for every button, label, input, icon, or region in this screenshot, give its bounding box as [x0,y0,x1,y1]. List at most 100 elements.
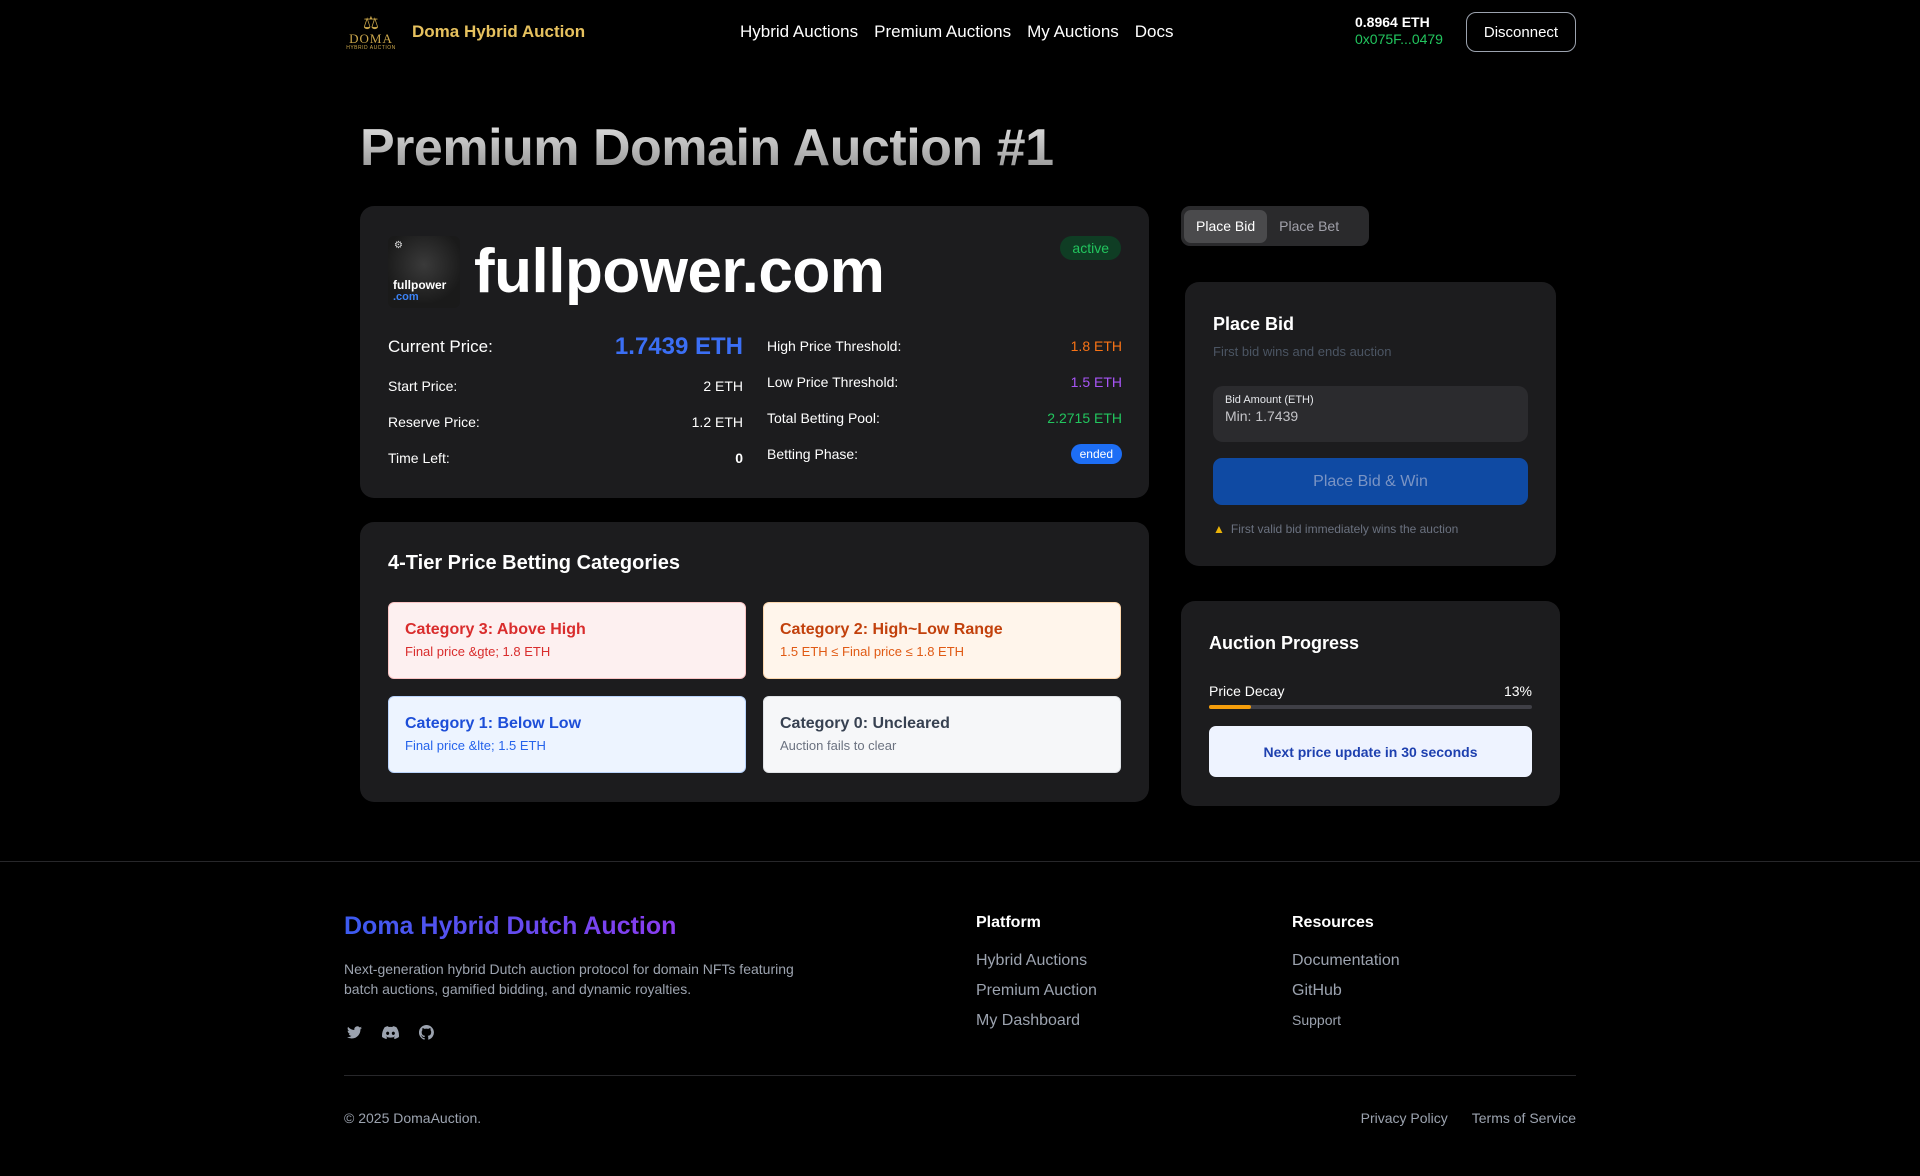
domain-thumbnail: ⚙ fullpower .com [388,236,460,308]
top-nav: ⚖ DOMA HYBRID AUCTION Doma Hybrid Auctio… [344,0,1576,64]
footer-platform-column: Platform Hybrid Auctions Premium Auction… [976,914,1097,1042]
nav-link-premium-auctions[interactable]: Premium Auctions [874,22,1011,42]
bid-amount-field[interactable]: Bid Amount (ETH) [1213,386,1528,442]
betting-pool-value: 2.2715 ETH [1047,410,1122,426]
social-links [344,1022,436,1042]
start-price-row: Start Price: 2 ETH [388,368,743,404]
category-1-card[interactable]: Category 1: Below Low Final price &lte; … [388,696,746,773]
logo-subtext: HYBRID AUCTION [346,44,396,51]
place-bid-card: Place Bid First bid wins and ends auctio… [1185,282,1556,566]
nav-link-docs[interactable]: Docs [1135,22,1174,42]
category-subtitle: Final price &lte; 1.5 ETH [405,738,546,753]
betting-categories-title: 4-Tier Price Betting Categories [388,552,680,574]
status-badge: active [1060,236,1121,260]
footer-resources-column: Resources Documentation GitHub Support [1292,914,1400,1040]
category-title: Category 2: High~Low Range [780,621,1003,638]
reserve-price-label: Reserve Price: [388,414,480,430]
footer-link-hybrid-auctions[interactable]: Hybrid Auctions [976,952,1097,970]
footer-link-premium-auction[interactable]: Premium Auction [976,982,1097,1000]
betting-phase-row: Betting Phase: ended [767,436,1122,472]
betting-categories-card: 4-Tier Price Betting Categories Category… [360,522,1149,802]
high-threshold-label: High Price Threshold: [767,338,902,354]
footer-resources-title: Resources [1292,914,1374,931]
category-subtitle: Final price &gte; 1.8 ETH [405,644,551,659]
price-decay-track [1209,705,1532,709]
copyright: © 2025 DomaAuction. [344,1110,482,1126]
twitter-icon[interactable] [344,1022,364,1042]
thumbnail-name: fullpower [393,278,447,292]
current-price-value: 1.7439 ETH [614,333,743,360]
price-decay-row: Price Decay 13% [1209,683,1532,699]
reserve-price-value: 1.2 ETH [691,414,743,430]
current-price-label: Current Price: [388,337,493,356]
privacy-policy-link[interactable]: Privacy Policy [1361,1110,1448,1126]
threshold-details: High Price Threshold: 1.8 ETH Low Price … [767,328,1122,472]
start-price-value: 2 ETH [703,378,743,394]
tab-place-bet[interactable]: Place Bet [1267,210,1351,243]
terms-of-service-link[interactable]: Terms of Service [1472,1110,1576,1126]
bid-warning: ▲ First valid bid immediately wins the a… [1213,522,1458,536]
wallet-address: 0x075F...0479 [1355,31,1443,47]
low-threshold-row: Low Price Threshold: 1.5 ETH [767,364,1122,400]
logo-text: DOMA [349,30,393,46]
disconnect-button[interactable]: Disconnect [1466,12,1576,52]
footer-link-documentation[interactable]: Documentation [1292,952,1400,970]
next-update-notice: Next price update in 30 seconds [1209,726,1532,777]
wallet-balance: 0.8964 ETH [1355,14,1430,30]
brand[interactable]: ⚖ DOMA HYBRID AUCTION Doma Hybrid Auctio… [344,9,585,55]
nav-links: Hybrid Auctions Premium Auctions My Auct… [740,22,1174,42]
warning-icon: ▲ [1213,522,1225,536]
high-threshold-row: High Price Threshold: 1.8 ETH [767,328,1122,364]
footer-divider [344,1075,1576,1076]
category-3-card[interactable]: Category 3: Above High Final price &gte;… [388,602,746,679]
place-bid-title: Place Bid [1213,314,1295,334]
github-icon[interactable] [416,1022,436,1042]
current-price-row: Current Price: 1.7439 ETH [388,326,743,368]
page-title: Premium Domain Auction #1 [360,119,1054,177]
gavel-icon: ⚖ [362,12,380,33]
nav-link-hybrid-auctions[interactable]: Hybrid Auctions [740,22,858,42]
high-threshold-value: 1.8 ETH [1070,338,1122,354]
category-title: Category 1: Below Low [405,715,582,732]
auction-progress-title: Auction Progress [1209,633,1360,653]
low-threshold-label: Low Price Threshold: [767,374,899,390]
thumbnail-logo-icon: ⚙ [394,240,403,251]
footer-link-github[interactable]: GitHub [1292,982,1400,1000]
auction-progress-card: Auction Progress Price Decay 13% Next pr… [1181,601,1560,806]
category-subtitle: 1.5 ETH ≤ Final price ≤ 1.8 ETH [780,644,965,659]
bid-amount-input[interactable] [1225,408,1516,424]
category-subtitle: Auction fails to clear [780,738,897,753]
footer-description: Next-generation hybrid Dutch auction pro… [344,961,794,997]
legal-links: Privacy Policy Terms of Service [1361,1110,1576,1126]
nav-link-my-auctions[interactable]: My Auctions [1027,22,1119,42]
betting-phase-badge: ended [1070,444,1122,464]
time-left-row: Time Left: 0 [388,440,743,476]
footer-link-support[interactable]: Support [1292,1012,1400,1028]
doma-logo: ⚖ DOMA HYBRID AUCTION [344,9,398,55]
footer-platform-title: Platform [976,914,1041,931]
low-threshold-value: 1.5 ETH [1070,374,1122,390]
category-2-card[interactable]: Category 2: High~Low Range 1.5 ETH ≤ Fin… [763,602,1121,679]
betting-pool-row: Total Betting Pool: 2.2715 ETH [767,400,1122,436]
price-details: Current Price: 1.7439 ETH Start Price: 2… [388,326,743,476]
discord-icon[interactable] [380,1022,400,1042]
footer: Doma Hybrid Dutch Auction Next-generatio… [0,861,1920,1176]
footer-brand: Doma Hybrid Dutch Auction [344,912,677,940]
category-title: Category 3: Above High [405,621,586,638]
time-left-label: Time Left: [388,450,450,466]
bid-bet-tabs: Place Bid Place Bet [1181,206,1369,246]
price-decay-fill [1209,705,1251,709]
category-0-card[interactable]: Category 0: Uncleared Auction fails to c… [763,696,1121,773]
brand-name[interactable]: Doma Hybrid Auction [412,22,585,42]
place-bid-button[interactable]: Place Bid & Win [1213,458,1528,505]
price-decay-percent: 13% [1503,683,1532,699]
footer-link-my-dashboard[interactable]: My Dashboard [976,1012,1097,1030]
domain-name: fullpower.com [474,237,885,306]
place-bid-subtitle: First bid wins and ends auction [1213,344,1392,359]
wallet-info: 0.8964 ETH 0x075F...0479 [1355,14,1443,48]
betting-phase-label: Betting Phase: [767,446,859,462]
bid-amount-label: Bid Amount (ETH) [1225,394,1314,406]
thumbnail-tld: .com [393,291,419,303]
bid-warning-text: First valid bid immediately wins the auc… [1230,522,1459,536]
tab-place-bid[interactable]: Place Bid [1184,209,1268,243]
